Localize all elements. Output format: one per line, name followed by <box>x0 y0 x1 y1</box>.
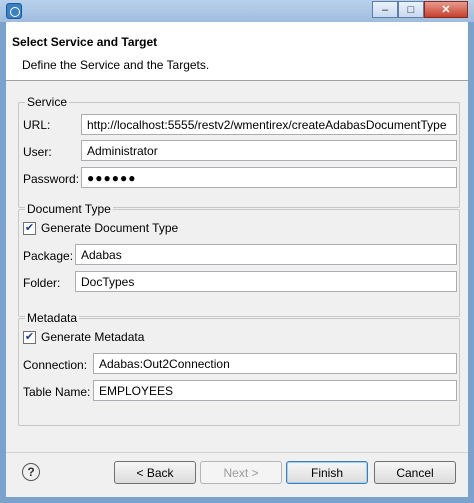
metadata-group-title: Metadata <box>25 311 80 325</box>
document-type-group: Document Type ✔ Generate Document Type P… <box>18 202 460 317</box>
finish-button[interactable]: Finish <box>286 461 368 484</box>
generate-metadata-checkbox[interactable]: ✔ <box>23 331 36 344</box>
folder-label: Folder: <box>23 276 61 290</box>
folder-input[interactable]: DocTypes <box>75 271 457 292</box>
connection-input[interactable]: Adabas:Out2Connection <box>93 353 457 374</box>
user-input[interactable]: Administrator <box>81 140 457 161</box>
password-input[interactable]: ●●●●●● <box>81 167 457 188</box>
back-button[interactable]: < Back <box>114 461 196 484</box>
next-button[interactable]: Next > <box>200 461 282 484</box>
page-description: Define the Service and the Targets. <box>22 58 210 72</box>
url-input[interactable]: http://localhost:5555/restv2/wmentirex/c… <box>81 114 457 135</box>
app-icon <box>6 3 22 19</box>
package-input[interactable]: Adabas <box>75 244 457 265</box>
footer-separator <box>6 452 468 453</box>
wizard-client-area: Select Service and Target Define the Ser… <box>6 22 468 497</box>
wizard-header: Select Service and Target Define the Ser… <box>6 22 468 81</box>
generate-document-type-label[interactable]: Generate Document Type <box>41 221 178 235</box>
generate-document-type-checkbox[interactable]: ✔ <box>23 222 36 235</box>
maximize-button[interactable]: □ <box>398 1 424 18</box>
generate-metadata-label[interactable]: Generate Metadata <box>41 330 144 344</box>
minimize-button[interactable]: – <box>372 1 398 18</box>
url-label: URL: <box>23 118 51 132</box>
cancel-button[interactable]: Cancel <box>374 461 456 484</box>
document-type-group-title: Document Type <box>25 202 113 216</box>
window-controls: – □ ✕ <box>372 1 468 18</box>
metadata-group: Metadata ✔ Generate Metadata Connection:… <box>18 311 460 426</box>
service-group: Service URL: http://localhost:5555/restv… <box>18 95 460 208</box>
help-icon[interactable]: ? <box>22 463 40 481</box>
table-name-label: Table Name: <box>23 385 91 399</box>
user-label: User: <box>23 145 52 159</box>
connection-label: Connection: <box>23 358 88 372</box>
table-name-input[interactable]: EMPLOYEES <box>93 380 457 401</box>
title-bar[interactable]: – □ ✕ <box>0 0 474 22</box>
wizard-window: – □ ✕ Select Service and Target Define t… <box>0 0 474 503</box>
service-group-title: Service <box>25 95 70 109</box>
package-label: Package: <box>23 249 74 263</box>
page-title: Select Service and Target <box>12 35 158 49</box>
password-label: Password: <box>23 172 80 186</box>
close-button[interactable]: ✕ <box>424 1 468 18</box>
